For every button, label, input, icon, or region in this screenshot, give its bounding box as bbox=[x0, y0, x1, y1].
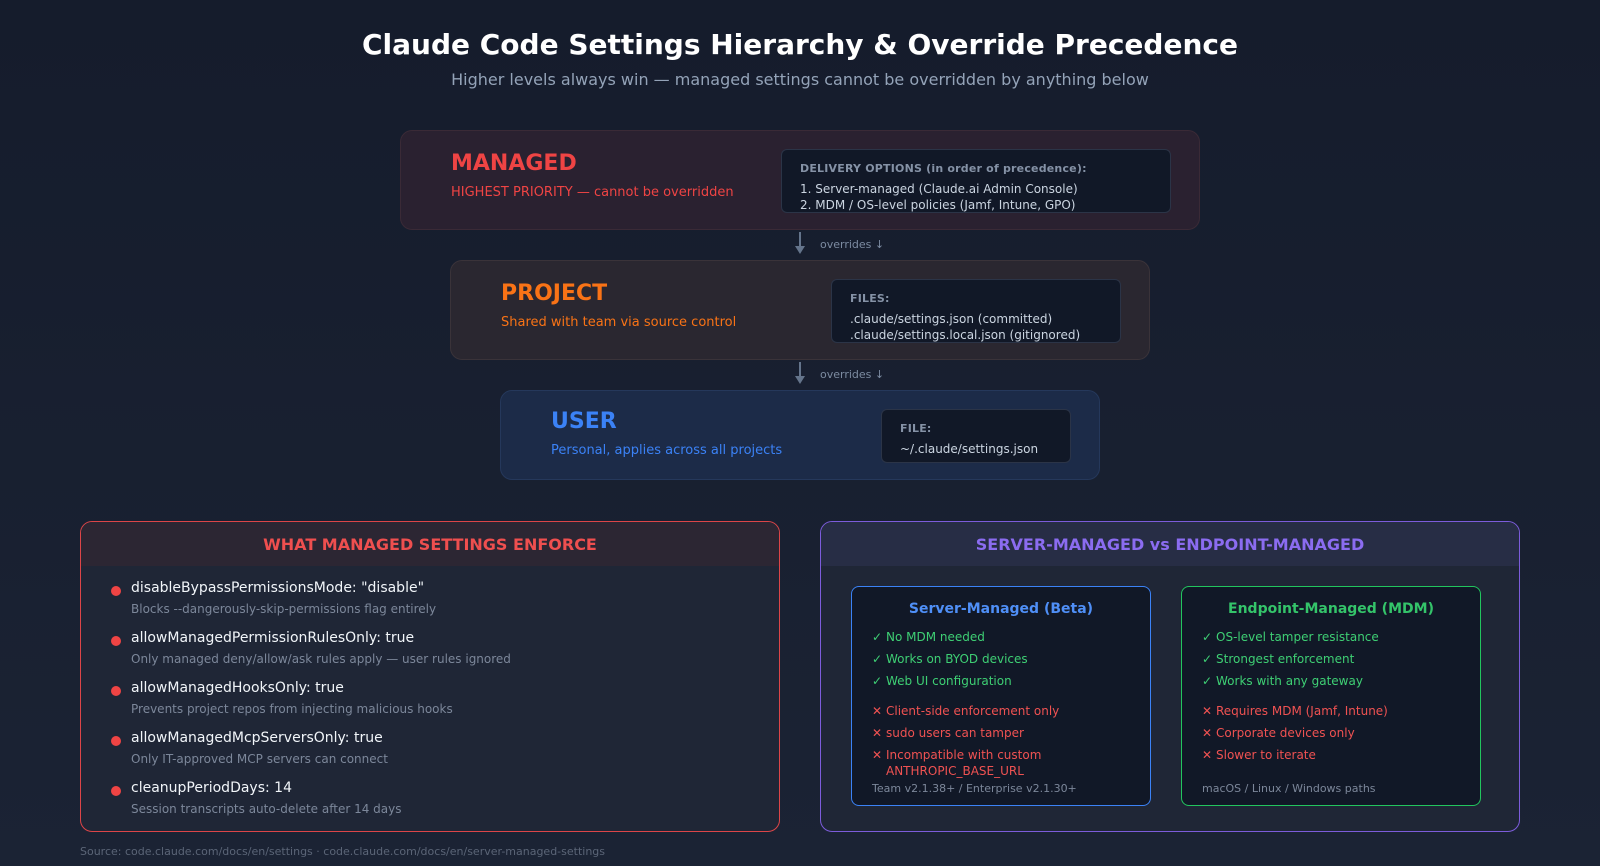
project-files-box: FILES: .claude/settings.json (committed)… bbox=[831, 279, 1121, 343]
page-title: Claude Code Settings Hierarchy & Overrid… bbox=[362, 28, 1238, 61]
rule-key: cleanupPeriodDays: 14 bbox=[131, 780, 292, 796]
enforce-panel: WHAT MANAGED SETTINGS ENFORCE disableByp… bbox=[80, 521, 780, 832]
pro-text: Web UI configuration bbox=[886, 674, 1012, 688]
tier-user-description: Personal, applies across all projects bbox=[551, 443, 783, 458]
tier-managed-name: MANAGED bbox=[451, 151, 577, 176]
con-text: sudo users can tamper bbox=[886, 726, 1024, 740]
rule-description: Blocks --dangerously-skip-permissions fl… bbox=[131, 602, 437, 616]
rule-description: Only IT-approved MCP servers can connect bbox=[131, 752, 388, 766]
managed-delivery-options: DELIVERY OPTIONS (in order of precedence… bbox=[781, 149, 1171, 213]
rule-key: allowManagedPermissionRulesOnly: true bbox=[131, 630, 415, 646]
connector-label: overrides ↓ bbox=[820, 238, 885, 251]
bullet-icon bbox=[111, 736, 121, 746]
connector-arrow-icon bbox=[795, 246, 805, 254]
con-item: ✕ Slower to iterate bbox=[1202, 747, 1460, 763]
project-info-line: .claude/settings.local.json (gitignored) bbox=[850, 328, 1081, 342]
con-text: Client-side enforcement only bbox=[886, 704, 1060, 718]
user-file-box: FILE: ~/.claude/settings.json bbox=[881, 409, 1071, 463]
pro-item: ✓ Web UI configuration bbox=[872, 673, 1130, 689]
connector-label: overrides ↓ bbox=[820, 368, 885, 381]
compare-panel: SERVER-MANAGED vs ENDPOINT-MANAGED Serve… bbox=[820, 521, 1520, 832]
managed-info-line: 2. MDM / OS-level policies (Jamf, Intune… bbox=[800, 198, 1076, 212]
bullet-icon bbox=[111, 586, 121, 596]
pro-item: ✓ Strongest enforcement bbox=[1202, 651, 1460, 667]
pro-text: Works on BYOD devices bbox=[886, 652, 1028, 666]
con-item: ✕ Incompatible with custom ANTHROPIC_BASE… bbox=[872, 747, 1130, 779]
endpoint-managed-footer: macOS / Linux / Windows paths bbox=[1202, 782, 1376, 795]
source-note: Source: code.claude.com/docs/en/settings… bbox=[80, 845, 606, 858]
connector-line bbox=[799, 362, 801, 376]
con-item: ✕ Client-side enforcement only bbox=[872, 703, 1130, 719]
con-text: Slower to iterate bbox=[1216, 748, 1316, 762]
rule-description: Prevents project repos from injecting ma… bbox=[131, 702, 453, 716]
tier-user-name: USER bbox=[551, 409, 617, 434]
cross-icon: ✕ bbox=[872, 748, 883, 762]
cross-icon: ✕ bbox=[1202, 748, 1213, 762]
rule-description: Session transcripts auto-delete after 14… bbox=[131, 802, 402, 816]
bullet-icon bbox=[111, 786, 121, 796]
con-item: ✕ Corporate devices only bbox=[1202, 725, 1460, 741]
tier-project-description: Shared with team via source control bbox=[501, 315, 737, 330]
pro-text: No MDM needed bbox=[886, 630, 985, 644]
tier-user: USER Personal, applies across all projec… bbox=[500, 390, 1100, 480]
con-item: ✕ Requires MDM (Jamf, Intune) bbox=[1202, 703, 1460, 719]
project-info-line: .claude/settings.json (committed) bbox=[850, 312, 1053, 326]
con-text: Incompatible with custom ANTHROPIC_BASE_… bbox=[886, 748, 1042, 778]
bullet-icon bbox=[111, 636, 121, 646]
rule-key: allowManagedHooksOnly: true bbox=[131, 680, 344, 696]
check-icon: ✓ bbox=[1202, 630, 1213, 644]
enforce-panel-title: WHAT MANAGED SETTINGS ENFORCE bbox=[81, 522, 779, 566]
managed-info-heading: DELIVERY OPTIONS (in order of precedence… bbox=[800, 162, 1087, 175]
cross-icon: ✕ bbox=[1202, 726, 1213, 740]
con-text: Corporate devices only bbox=[1216, 726, 1355, 740]
endpoint-managed-card: Endpoint-Managed (MDM) ✓ OS-level tamper … bbox=[1181, 586, 1481, 806]
bullet-icon bbox=[111, 686, 121, 696]
pro-text: Works with any gateway bbox=[1216, 674, 1363, 688]
check-icon: ✓ bbox=[872, 630, 883, 644]
connector-arrow-icon bbox=[795, 376, 805, 384]
con-item: ✕ sudo users can tamper bbox=[872, 725, 1130, 741]
pro-text: Strongest enforcement bbox=[1216, 652, 1355, 666]
check-icon: ✓ bbox=[872, 652, 883, 666]
pro-text: OS-level tamper resistance bbox=[1216, 630, 1379, 644]
user-info-line: ~/.claude/settings.json bbox=[900, 442, 1039, 456]
pro-item: ✓ No MDM needed bbox=[872, 629, 1130, 645]
endpoint-managed-title: Endpoint-Managed (MDM) bbox=[1228, 601, 1434, 617]
tier-project-name: PROJECT bbox=[501, 281, 608, 306]
page-subtitle: Higher levels always win — managed setti… bbox=[451, 70, 1149, 89]
con-text: Requires MDM (Jamf, Intune) bbox=[1216, 704, 1388, 718]
check-icon: ✓ bbox=[1202, 674, 1213, 688]
tier-managed: MANAGED HIGHEST PRIORITY — cannot be ove… bbox=[400, 130, 1200, 230]
project-info-heading: FILES: bbox=[850, 292, 890, 305]
connector-line bbox=[799, 232, 801, 246]
rule-description: Only managed deny/allow/ask rules apply … bbox=[131, 652, 511, 666]
server-managed-card: Server-Managed (Beta) ✓ No MDM needed ✓ Wo… bbox=[851, 586, 1151, 806]
cross-icon: ✕ bbox=[872, 726, 883, 740]
check-icon: ✓ bbox=[1202, 652, 1213, 666]
user-info-heading: FILE: bbox=[900, 422, 932, 435]
compare-panel-title: SERVER-MANAGED vs ENDPOINT-MANAGED bbox=[821, 522, 1519, 566]
pro-item: ✓ OS-level tamper resistance bbox=[1202, 629, 1460, 645]
pro-item: ✓ Works on BYOD devices bbox=[872, 651, 1130, 667]
pro-item: ✓ Works with any gateway bbox=[1202, 673, 1460, 689]
cross-icon: ✕ bbox=[1202, 704, 1213, 718]
check-icon: ✓ bbox=[872, 674, 883, 688]
rule-key: allowManagedMcpServersOnly: true bbox=[131, 730, 383, 746]
managed-info-line: 1. Server-managed (Claude.ai Admin Conso… bbox=[800, 182, 1078, 196]
rule-key: disableBypassPermissionsMode: "disable" bbox=[131, 580, 425, 596]
server-managed-title: Server-Managed (Beta) bbox=[908, 601, 1094, 617]
tier-managed-description: HIGHEST PRIORITY — cannot be overridden bbox=[451, 185, 734, 200]
tier-project: PROJECT Shared with team via source cont… bbox=[450, 260, 1150, 360]
server-managed-footer: Team v2.1.38+ / Enterprise v2.1.30+ bbox=[872, 782, 1077, 795]
cross-icon: ✕ bbox=[872, 704, 883, 718]
